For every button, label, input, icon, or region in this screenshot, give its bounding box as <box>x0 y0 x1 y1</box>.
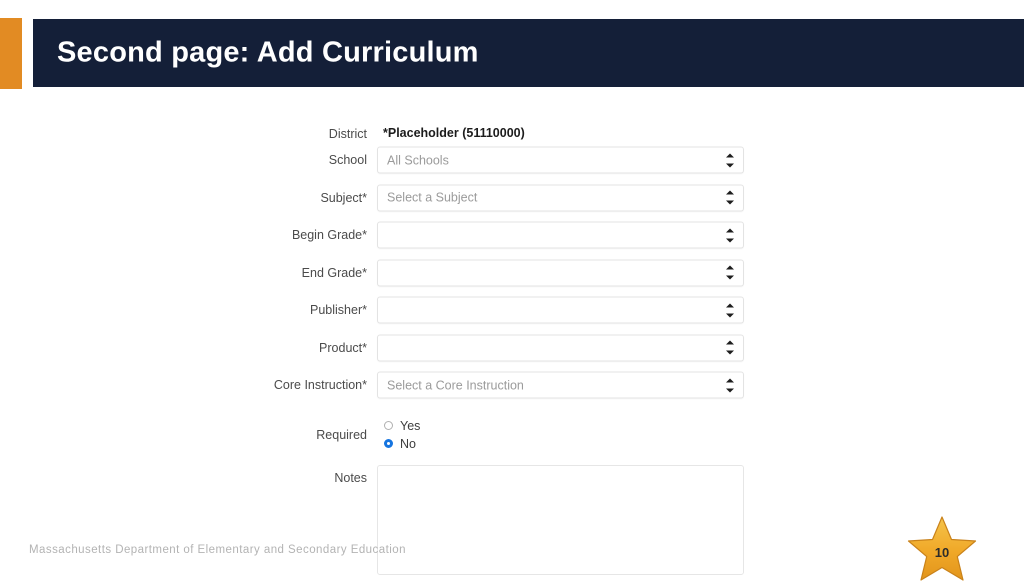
chevron-updown-icon <box>725 153 734 168</box>
required-radio-group: Yes No <box>384 417 420 453</box>
radio-required-no-label: No <box>400 436 416 451</box>
slide-number-text: 10 <box>934 545 950 560</box>
district-value: *Placeholder (51110000) <box>383 126 525 140</box>
radio-required-no[interactable]: No <box>384 435 420 452</box>
label-district: District <box>328 127 367 141</box>
page-title: Second page: Add Curriculum <box>57 36 479 69</box>
form-row-district: District *Placeholder (51110000) <box>0 104 1024 142</box>
label-begin-grade: Begin Grade* <box>291 228 367 243</box>
form-row-begin-grade: Begin Grade* <box>0 217 1024 255</box>
chevron-updown-icon <box>725 228 734 243</box>
core-instruction-select[interactable]: Select a Core Instruction <box>377 371 744 399</box>
label-school: School <box>328 153 367 168</box>
label-end-grade: End Grade* <box>301 265 367 280</box>
chevron-updown-icon <box>725 190 734 205</box>
chevron-updown-icon <box>725 303 734 318</box>
label-core-instruction: Core Instruction* <box>273 378 367 393</box>
chevron-updown-icon <box>725 265 734 280</box>
end-grade-select[interactable] <box>377 259 744 287</box>
core-instruction-select-value: Select a Core Instruction <box>387 378 524 393</box>
begin-grade-select[interactable] <box>377 221 744 249</box>
school-select-value: All Schools <box>387 153 449 168</box>
label-subject: Subject* <box>320 190 367 205</box>
radio-required-yes-label: Yes <box>400 418 421 433</box>
school-select[interactable]: All Schools <box>377 146 744 174</box>
label-publisher: Publisher* <box>310 303 367 318</box>
subject-select-value: Select a Subject <box>387 190 478 205</box>
slide-title-bar: Second page: Add Curriculum <box>33 19 1024 87</box>
chevron-updown-icon <box>725 340 734 355</box>
form-row-school: School All Schools <box>0 142 1024 180</box>
label-product: Product* <box>319 340 367 355</box>
form-row-required: Required Yes No <box>0 404 1024 458</box>
slide-number-star: 10 <box>905 514 979 584</box>
form-row-product: Product* <box>0 329 1024 367</box>
form-row-core-instruction: Core Instruction* Select a Core Instruct… <box>0 367 1024 405</box>
label-required: Required <box>316 428 367 442</box>
product-select[interactable] <box>377 334 744 362</box>
footer-organization: Massachusetts Department of Elementary a… <box>29 544 406 556</box>
form-row-publisher: Publisher* <box>0 292 1024 330</box>
subject-select[interactable]: Select a Subject <box>377 184 744 212</box>
form-row-notes: Notes <box>0 458 1024 578</box>
accent-bar <box>0 18 22 89</box>
form-row-subject: Subject* Select a Subject <box>0 179 1024 217</box>
add-curriculum-form: District *Placeholder (51110000) School … <box>0 104 1024 578</box>
radio-required-yes[interactable]: Yes <box>384 417 420 434</box>
radio-checked-icon <box>384 439 393 448</box>
radio-unchecked-icon <box>384 421 393 430</box>
notes-textarea[interactable] <box>377 465 744 575</box>
chevron-updown-icon <box>725 378 734 393</box>
publisher-select[interactable] <box>377 296 744 324</box>
label-notes: Notes <box>334 471 367 485</box>
form-row-end-grade: End Grade* <box>0 254 1024 292</box>
